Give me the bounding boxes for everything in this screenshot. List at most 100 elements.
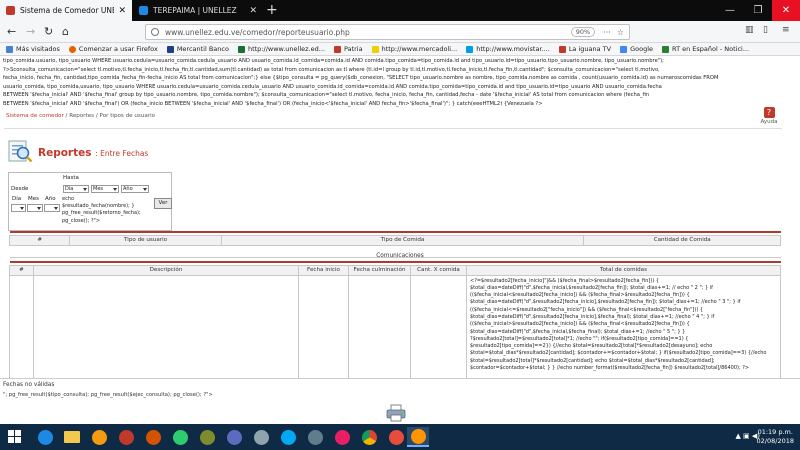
bookmark-star-icon[interactable]: ☆ (617, 28, 624, 37)
windows-start-icon[interactable] (8, 430, 21, 443)
site-icon (371, 45, 379, 53)
column-header: Cantidad de Comida (583, 234, 781, 246)
tab-sistema-comedor[interactable]: Sistema de Comedor UNELLEZ ✕ (0, 0, 132, 21)
sidebar-icon[interactable]: ▯ (763, 25, 768, 35)
bookmark-item[interactable]: Comenzar a usar Firefox (68, 45, 158, 53)
media-player-icon[interactable] (88, 427, 110, 447)
clock-time: 01:19 p.m. (757, 428, 793, 436)
bookmark-item[interactable]: RT en Español - Notici... (662, 45, 749, 53)
settings-icon[interactable] (304, 427, 326, 447)
hasta-code-output: echo $resultado_fecha(nombre); } pg_free… (62, 196, 154, 225)
burner-icon[interactable] (331, 427, 353, 447)
report-search-icon (8, 140, 33, 163)
chrome-icon[interactable] (358, 427, 380, 447)
ver-button[interactable]: Ver (154, 198, 172, 209)
column-header: Cant. X comida (410, 264, 467, 276)
code-line: ?$resultado2[total]=$resultado2[total]*1… (470, 335, 689, 342)
minimize-button[interactable]: — (716, 0, 744, 21)
close-tab-icon[interactable]: ✕ (249, 6, 257, 16)
bank-icon (166, 45, 174, 53)
hasta-mes-select[interactable]: Mes (91, 185, 119, 193)
url-bar[interactable]: www.unellez.edu.ve/comedor/reporteusuari… (145, 24, 630, 40)
ie-icon[interactable] (34, 427, 56, 447)
column-header: Fecha culminación (348, 264, 411, 276)
table-cell (9, 274, 34, 381)
site-info-icon[interactable] (151, 28, 159, 36)
bookmark-item[interactable]: Patria (333, 45, 363, 53)
hasta-ano-value: Año (123, 186, 133, 192)
code-line: $resultado_fecha(nombre); } (62, 203, 135, 210)
bookmark-item[interactable]: La iguana TV (558, 45, 612, 53)
word-icon[interactable] (385, 427, 407, 447)
table-cell (33, 274, 299, 381)
app-icon[interactable] (223, 427, 245, 447)
code-line: <?=$resultado2[fecha_inicio]"|&& ($fecha… (470, 277, 659, 284)
url-text: www.unellez.edu.ve/comedor/reporteusuari… (165, 27, 350, 37)
bookmark-item[interactable]: http://www.unellez.ed... (237, 45, 325, 53)
column-header: Total de comidas (466, 264, 781, 276)
desde-mes-select[interactable] (27, 204, 43, 212)
help-icon: ? (763, 107, 775, 118)
clock[interactable]: 01:19 p.m. 02/08/2018 (757, 428, 794, 446)
bookmark-label: http://www.unellez.ed... (247, 45, 325, 53)
reload-button[interactable]: ↻ (44, 25, 53, 38)
breadcrumb-home-link[interactable]: Sistema de comedor (6, 113, 64, 119)
help-label: Ayuda (760, 119, 778, 125)
desde-dia-label: Día (12, 196, 22, 202)
tab-title: TEREPAIMA | UNELLEZ (153, 6, 237, 15)
code-line: (($fecha_inicial<$resultado2[fecha_inici… (470, 292, 690, 299)
desde-label: Desde (11, 186, 29, 192)
report-title: Reportes : Entre Fechas (38, 147, 148, 159)
files-icon[interactable] (250, 427, 272, 447)
printer-icon[interactable] (386, 404, 406, 422)
hp-icon[interactable] (277, 427, 299, 447)
zoom-indicator[interactable]: 90% (570, 27, 596, 37)
bookmarks-toolbar: Más visitados Comenzar a usar Firefox Me… (0, 43, 800, 56)
tab-terepaima[interactable]: TEREPAIMA | UNELLEZ ✕ (133, 0, 263, 21)
home-icon[interactable]: ⌂ (62, 25, 69, 38)
bookmark-item[interactable]: Google (620, 45, 653, 53)
breadcrumb-bar: Sistema de comedor / Reportes / Por tipo… (4, 107, 782, 129)
breadcrumb-path: / Reportes / Por tipos de usuario (63, 113, 156, 119)
close-tab-icon[interactable]: ✕ (118, 6, 126, 16)
bookmark-item[interactable]: http://www.mercadoli... (371, 45, 458, 53)
close-window-button[interactable]: ✕ (772, 0, 800, 21)
rt-icon (662, 45, 670, 53)
total-comidas-cell: <?=$resultado2[fecha_inicio]"|&& ($fecha… (466, 274, 781, 381)
hasta-ano-select[interactable]: Año (121, 185, 149, 193)
column-header: Tipo de Comida (220, 234, 585, 246)
back-button[interactable]: ← (7, 25, 16, 38)
bookmark-item[interactable]: Mercantil Banco (166, 45, 229, 53)
folder-icon[interactable] (61, 427, 83, 447)
code-line: echo (62, 196, 75, 202)
bookmark-label: http://www.mercadoli... (381, 45, 458, 53)
help-button[interactable]: ? Ayuda (759, 107, 779, 125)
desde-dia-select[interactable] (11, 204, 26, 212)
opera-icon[interactable] (115, 427, 137, 447)
error-line: ?>Sconsulta_comunicacion="select tl.moti… (3, 66, 660, 73)
bookmark-label: La iguana TV (568, 45, 612, 53)
library-icon[interactable]: ▥ (745, 25, 754, 35)
error-line: BETWEEN '$fecha_inicial' AND '$fecha_fin… (3, 92, 650, 99)
menu-icon[interactable]: ≡ (782, 25, 790, 35)
bookmark-label: Patria (343, 45, 363, 53)
browser-tab-bar: Sistema de Comedor UNELLEZ ✕ TEREPAIMA |… (0, 0, 800, 21)
error-line: usuario_comida, tipo_comida,usuario, tip… (3, 83, 662, 90)
column-header: Fecha inicio (298, 264, 349, 276)
hasta-dia-select[interactable]: Día (63, 185, 89, 193)
maximize-button[interactable]: ❐ (744, 0, 772, 21)
bookmark-item[interactable]: Más visitados (6, 45, 60, 53)
bookmark-item[interactable]: http://www.movistar.... (466, 45, 550, 53)
hasta-mes-value: Mes (93, 186, 103, 192)
report-subtitle: : Entre Fechas (95, 149, 149, 158)
green-plus-icon[interactable] (169, 427, 191, 447)
firefox-icon[interactable] (407, 427, 429, 447)
error-line: fecha_inicio, fecha_fin, cantidad,tipo_c… (3, 75, 719, 82)
winamp-icon[interactable] (142, 427, 164, 447)
forward-button[interactable]: → (26, 25, 35, 38)
desde-ano-select[interactable] (44, 204, 60, 212)
bookmark-label: Comenzar a usar Firefox (78, 45, 158, 53)
page-actions-icon[interactable]: ··· (603, 28, 611, 37)
spreadsheet-icon[interactable] (196, 427, 218, 447)
new-tab-button[interactable]: + (266, 2, 278, 18)
